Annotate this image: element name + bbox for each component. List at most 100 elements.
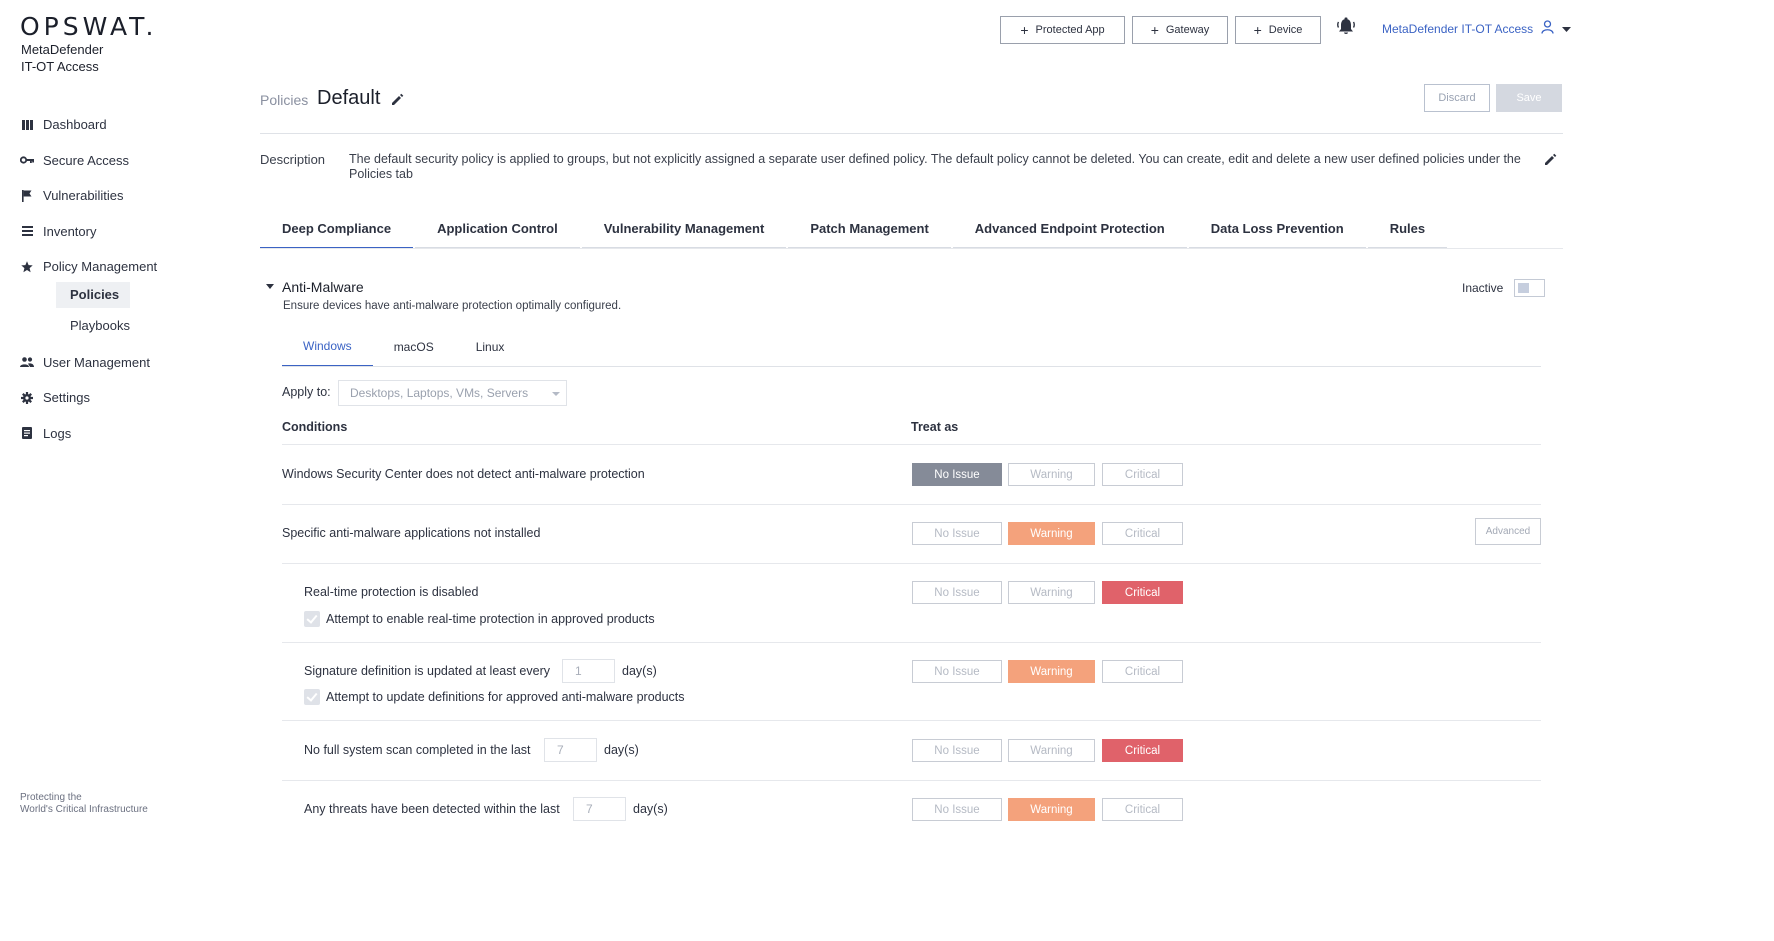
tab-data-loss-prevention[interactable]: Data Loss Prevention — [1188, 210, 1366, 249]
row-divider — [282, 563, 1541, 564]
sidebar-item-label: Logs — [43, 425, 72, 441]
conditions-column-header: Conditions — [282, 420, 348, 434]
os-tabs: Windows macOS Linux — [282, 327, 525, 367]
sidebar-item-label: Policy Management — [43, 259, 158, 275]
row3-critical-button[interactable]: Critical — [1102, 660, 1183, 683]
tab-rules[interactable]: Rules — [1367, 210, 1448, 249]
sidebar-footer: Protecting the World's Critical Infrastr… — [20, 792, 148, 816]
condition-full-scan: No full system scan completed in the las… — [304, 743, 531, 757]
update-definitions-checkbox[interactable] — [304, 689, 320, 705]
save-button[interactable]: Save — [1496, 84, 1562, 112]
sidebar-item-label: User Management — [43, 354, 150, 370]
tab-deep-compliance[interactable]: Deep Compliance — [260, 210, 414, 249]
breadcrumb[interactable]: Policies — [260, 92, 308, 108]
tab-vulnerability-management[interactable]: Vulnerability Management — [581, 210, 787, 249]
list-icon — [20, 224, 34, 238]
sidebar-item-settings[interactable]: Settings — [20, 380, 220, 416]
product-name: MetaDefender IT-OT Access — [21, 41, 103, 75]
advanced-button[interactable]: Advanced — [1475, 518, 1541, 545]
section-active-toggle[interactable] — [1514, 279, 1545, 297]
os-tab-macos[interactable]: macOS — [373, 327, 455, 367]
flag-icon — [20, 189, 34, 203]
row-divider — [282, 642, 1541, 643]
os-tabs-divider — [282, 366, 1541, 367]
opswat-logo[interactable]: OPSWAT. — [20, 12, 157, 41]
row1-no-issue-button[interactable]: No Issue — [912, 522, 1002, 545]
row1-critical-button[interactable]: Critical — [1102, 522, 1183, 545]
row-divider — [282, 444, 1541, 445]
update-definitions-checkbox-label: Attempt to update definitions for approv… — [326, 690, 685, 704]
row4-no-issue-button[interactable]: No Issue — [912, 739, 1002, 762]
enable-realtime-checkbox-label: Attempt to enable real-time protection i… — [326, 612, 655, 626]
row4-critical-button[interactable]: Critical — [1102, 739, 1183, 762]
sidebar-item-vulnerabilities[interactable]: Vulnerabilities — [20, 178, 220, 214]
user-menu-label: MetaDefender IT-OT Access — [1382, 21, 1534, 36]
sidebar-subitem-playbooks[interactable]: Playbooks — [56, 313, 130, 339]
plus-icon: + — [1253, 22, 1262, 38]
row5-warning-button[interactable]: Warning — [1008, 798, 1095, 821]
product-name-line2: IT-OT Access — [21, 59, 99, 74]
sidebar-item-inventory[interactable]: Inventory — [20, 214, 220, 250]
sidebar-item-label: Inventory — [43, 223, 97, 239]
edit-title-pencil-icon[interactable] — [391, 93, 404, 106]
row1-warning-button[interactable]: Warning — [1008, 522, 1095, 545]
sidebar-item-dashboard[interactable]: Dashboard — [20, 107, 220, 143]
policy-management-submenu: Policies Playbooks — [20, 281, 220, 339]
chevron-down-icon — [1562, 22, 1572, 36]
tab-advanced-endpoint-protection[interactable]: Advanced Endpoint Protection — [952, 210, 1187, 249]
key-icon — [20, 153, 34, 167]
os-tab-linux[interactable]: Linux — [455, 327, 526, 367]
footer-line1: Protecting the — [20, 792, 82, 803]
add-protected-app-button[interactable]: + Protected App — [1000, 16, 1125, 44]
policy-tabs: Deep Compliance Application Control Vuln… — [260, 210, 1449, 249]
tab-patch-management[interactable]: Patch Management — [788, 210, 951, 249]
sidebar: OPSWAT. MetaDefender IT-OT Access Dashbo… — [0, 0, 230, 941]
row3-warning-button[interactable]: Warning — [1008, 660, 1095, 683]
apply-to-value: Desktops, Laptops, VMs, Servers — [350, 386, 529, 400]
tab-application-control[interactable]: Application Control — [415, 210, 580, 249]
collapse-caret-icon[interactable] — [266, 284, 274, 289]
sidebar-item-label: Vulnerabilities — [43, 188, 124, 204]
row4-warning-button[interactable]: Warning — [1008, 739, 1095, 762]
full-scan-days-input[interactable]: 7 — [544, 738, 597, 762]
signature-days-input[interactable]: 1 — [562, 659, 615, 683]
document-icon — [20, 426, 34, 440]
row0-warning-button[interactable]: Warning — [1008, 463, 1095, 486]
sidebar-item-label: Dashboard — [43, 117, 107, 133]
row0-no-issue-button[interactable]: No Issue — [912, 463, 1002, 486]
row5-critical-button[interactable]: Critical — [1102, 798, 1183, 821]
notification-bell-icon[interactable] — [1336, 17, 1356, 37]
row3-no-issue-button[interactable]: No Issue — [912, 660, 1002, 683]
add-device-label: Device — [1268, 24, 1303, 36]
enable-realtime-checkbox[interactable] — [304, 611, 320, 627]
sidebar-item-label: Settings — [43, 390, 90, 406]
sidebar-item-label: Secure Access — [43, 152, 129, 168]
add-gateway-button[interactable]: + Gateway — [1132, 16, 1228, 44]
dropdown-arrow-icon — [552, 392, 560, 396]
sidebar-item-secure-access[interactable]: Secure Access — [20, 143, 220, 179]
row5-no-issue-button[interactable]: No Issue — [912, 798, 1002, 821]
condition-threats-detected: Any threats have been detected within th… — [304, 802, 560, 816]
apply-to-select[interactable]: Desktops, Laptops, VMs, Servers — [338, 380, 567, 406]
sidebar-item-policy-management[interactable]: Policy Management — [20, 249, 220, 285]
sidebar-nav: Dashboard Secure Access Vulnerabilities … — [20, 107, 220, 451]
add-device-button[interactable]: + Device — [1235, 16, 1321, 44]
row2-warning-button[interactable]: Warning — [1008, 581, 1095, 604]
row2-critical-button[interactable]: Critical — [1102, 581, 1183, 604]
user-menu[interactable]: MetaDefender IT-OT Access — [1382, 20, 1572, 37]
os-tab-windows[interactable]: Windows — [282, 327, 373, 367]
row2-no-issue-button[interactable]: No Issue — [912, 581, 1002, 604]
description-text: The default security policy is applied t… — [349, 152, 1521, 181]
sidebar-item-logs[interactable]: Logs — [20, 416, 220, 452]
edit-description-pencil-icon[interactable] — [1544, 153, 1557, 166]
tabs-divider — [260, 248, 1563, 249]
condition-realtime-disabled: Real-time protection is disabled — [304, 585, 479, 599]
condition-wsc-no-antimalware: Windows Security Center does not detect … — [282, 467, 645, 481]
threats-days-input[interactable]: 7 — [573, 797, 626, 821]
discard-button[interactable]: Discard — [1424, 84, 1490, 112]
row0-critical-button[interactable]: Critical — [1102, 463, 1183, 486]
sidebar-subitem-policies[interactable]: Policies — [56, 281, 130, 308]
sidebar-item-user-management[interactable]: User Management — [20, 345, 220, 381]
row-divider — [282, 780, 1541, 781]
section-title[interactable]: Anti-Malware — [282, 279, 364, 295]
